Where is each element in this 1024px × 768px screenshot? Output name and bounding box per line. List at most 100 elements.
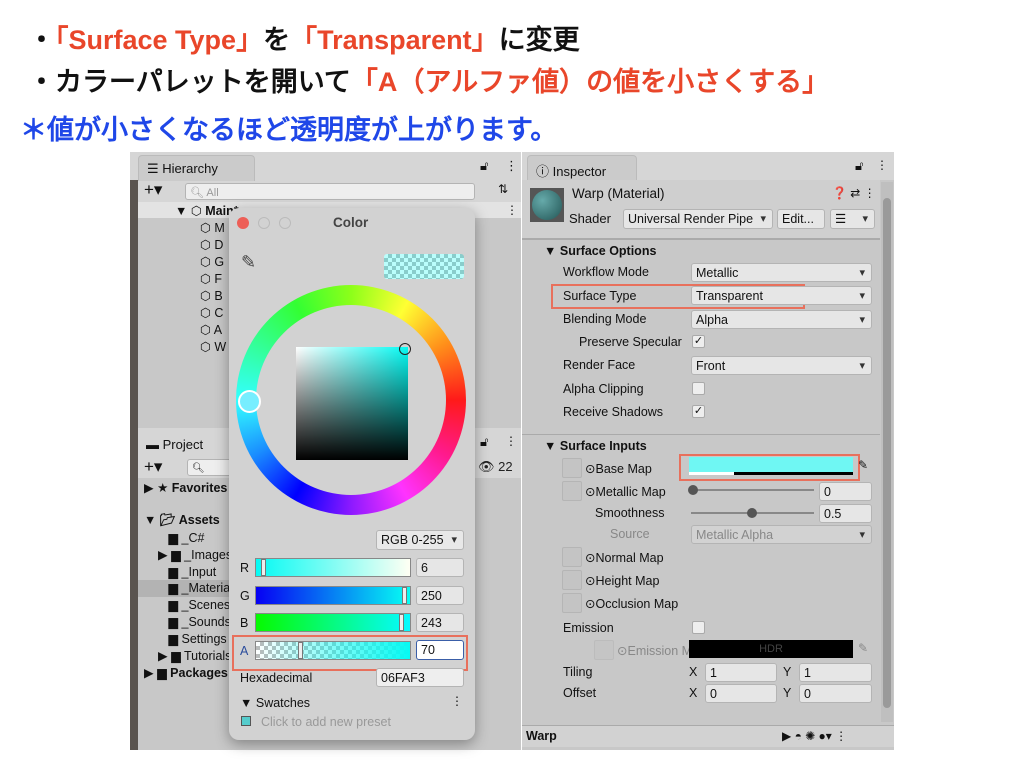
smoothness-slider[interactable] (691, 508, 814, 518)
hierarchy-item[interactable]: ⬡ F (200, 271, 226, 288)
offset-x-input[interactable]: 0 (705, 684, 777, 703)
hierarchy-item[interactable]: ⬡ B (200, 288, 226, 305)
r-slider[interactable] (255, 558, 411, 577)
smoothness-input[interactable]: 0.5 (819, 504, 872, 523)
label: _Input (181, 564, 217, 579)
folder-item[interactable]: ▆ _Sounds (158, 614, 239, 631)
r-input[interactable]: 6 (416, 558, 464, 577)
swatches-foldout[interactable]: ▼ Swatches (240, 696, 310, 710)
sort-icon[interactable]: ⇅ (498, 182, 508, 196)
hue-handle[interactable] (238, 390, 261, 413)
tab-project[interactable]: ▬ Project (138, 432, 238, 456)
item-label: M (214, 221, 225, 235)
render-face-dropdown[interactable]: Front (691, 356, 872, 375)
emission-checkbox[interactable] (692, 621, 705, 634)
receive-shadows-checkbox[interactable]: ✓ (692, 405, 705, 418)
tab-hierarchy[interactable]: ☰ Hierarchy (138, 155, 255, 181)
folder-item[interactable]: ▶ ▆ _Images (158, 547, 239, 564)
a-slider[interactable] (255, 641, 411, 660)
a-input[interactable]: 70 (416, 640, 464, 660)
g-input[interactable]: 250 (416, 586, 464, 605)
preserve-specular-checkbox[interactable]: ✓ (692, 335, 705, 348)
value: Metallic Alpha (696, 528, 774, 542)
folder-item[interactable]: ▆ _Materials (158, 580, 239, 597)
edit-button[interactable]: Edit... (777, 209, 825, 229)
mode-label: RGB 0-255 (381, 533, 444, 547)
hierarchy-item[interactable]: ⬡ M (200, 220, 226, 237)
folder-item[interactable]: ▆ Settings (158, 631, 239, 648)
add-preset-button[interactable]: Click to add new preset (261, 715, 391, 729)
scrollbar[interactable] (881, 182, 893, 722)
placeholder: All (206, 187, 219, 199)
packages-item[interactable]: ▶ ▆ Packages (144, 665, 228, 680)
header-icons[interactable]: ❓ ⇄ ⋮ (832, 186, 876, 200)
sv-handle[interactable] (399, 343, 411, 355)
text: に変更 (498, 25, 580, 55)
occlusion-map-slot[interactable] (562, 593, 582, 613)
options-dropdown[interactable]: ☰ (830, 209, 875, 229)
more-icon[interactable]: ⋮ (505, 158, 518, 174)
color-preview (384, 254, 464, 279)
shader-dropdown[interactable]: Universal Render Pipe (623, 209, 773, 229)
a-label: A (240, 644, 249, 658)
lock-icon[interactable]: 🔓︎ (480, 158, 488, 174)
tab-inspector[interactable]: ⓘ Inspector (527, 155, 637, 181)
add-button[interactable]: +▾ (144, 180, 162, 200)
close-button[interactable] (237, 217, 249, 229)
height-map-slot[interactable] (562, 570, 582, 590)
hierarchy-item[interactable]: ⬡ A (200, 322, 226, 339)
base-map-slot[interactable] (562, 458, 582, 478)
folder-item[interactable]: ▆ _Scenes (158, 597, 239, 614)
hierarchy-item[interactable]: ⬡ G (200, 254, 226, 271)
saturation-value-square[interactable] (296, 347, 408, 460)
metallic-map-label: ⊙Metallic Map (585, 485, 666, 499)
alpha-clipping-checkbox[interactable] (692, 382, 705, 395)
more-icon[interactable]: ⋮ (505, 434, 517, 448)
hex-input[interactable]: 06FAF3 (376, 668, 464, 687)
hierarchy-item[interactable]: ⬡ C (200, 305, 226, 322)
normal-map-slot[interactable] (562, 547, 582, 567)
folder-item[interactable]: ▶ ▆ Tutorials (158, 648, 239, 665)
lock-icon[interactable]: 🔓︎ (480, 434, 488, 450)
surface-type-dropdown[interactable]: Transparent (691, 286, 872, 305)
folder-icon: ▬ (146, 437, 163, 452)
b-slider[interactable] (255, 613, 411, 632)
assets-item[interactable]: ▼ 📂︎ Assets (144, 513, 220, 528)
tiling-y-input[interactable]: 1 (799, 663, 872, 682)
lock-icon[interactable]: 🔓︎ (855, 158, 863, 174)
more-icon[interactable]: ⋮ (451, 694, 463, 708)
favorites-item[interactable]: ▶ ★ Favorites (144, 480, 227, 495)
base-color-swatch[interactable] (689, 457, 853, 475)
zoom-button[interactable] (279, 217, 291, 229)
offset-y-input[interactable]: 0 (799, 684, 872, 703)
tiling-x-input[interactable]: 1 (705, 663, 777, 682)
hierarchy-item[interactable]: ⬡ D (200, 237, 226, 254)
metallic-input[interactable]: 0 (819, 482, 872, 501)
folder-item[interactable]: ▆ _C# (158, 530, 239, 547)
hierarchy-item[interactable]: ⬡ W (200, 339, 226, 356)
workflow-dropdown[interactable]: Metallic (691, 263, 872, 282)
eyedropper-icon[interactable]: ✎ (858, 458, 868, 472)
color-mode-dropdown[interactable]: RGB 0-255 (376, 530, 464, 550)
shader-value: Universal Render Pipe (628, 212, 754, 226)
metallic-map-slot[interactable] (562, 481, 582, 501)
minimize-button[interactable] (258, 217, 270, 229)
inspector-panel: ⓘ Inspector 🔓︎ ⋮ Warp (Material) ❓ ⇄ ⋮ S… (522, 152, 894, 750)
more-icon[interactable]: ⋮ (876, 158, 888, 172)
item-label: B (214, 289, 223, 303)
preview-bar[interactable]: Warp ▶ ◓ ✺ ●▾ ⋮ (522, 725, 894, 747)
visible-count[interactable]: 👁︎ 22 (478, 459, 513, 475)
hierarchy-search-input[interactable]: 🔍︎ All (185, 183, 475, 200)
folder-item[interactable]: ▆ _Input (158, 564, 239, 581)
eyedropper-icon[interactable]: ✎ (241, 252, 256, 273)
blending-dropdown[interactable]: Alpha (691, 310, 872, 329)
metallic-slider[interactable] (688, 485, 814, 495)
surface-inputs-foldout[interactable]: ▼ Surface Inputs (544, 439, 647, 453)
text: ・カラーパレットを開いて (28, 67, 351, 97)
b-input[interactable]: 243 (416, 613, 464, 632)
preview-controls[interactable]: ▶ ◓ ✺ ●▾ ⋮ (782, 729, 847, 743)
g-slider[interactable] (255, 586, 411, 605)
surface-options-foldout[interactable]: ▼ Surface Options (544, 244, 656, 258)
add-button[interactable]: +▾ (144, 457, 162, 477)
more-icon[interactable]: ⋮ (506, 203, 518, 217)
